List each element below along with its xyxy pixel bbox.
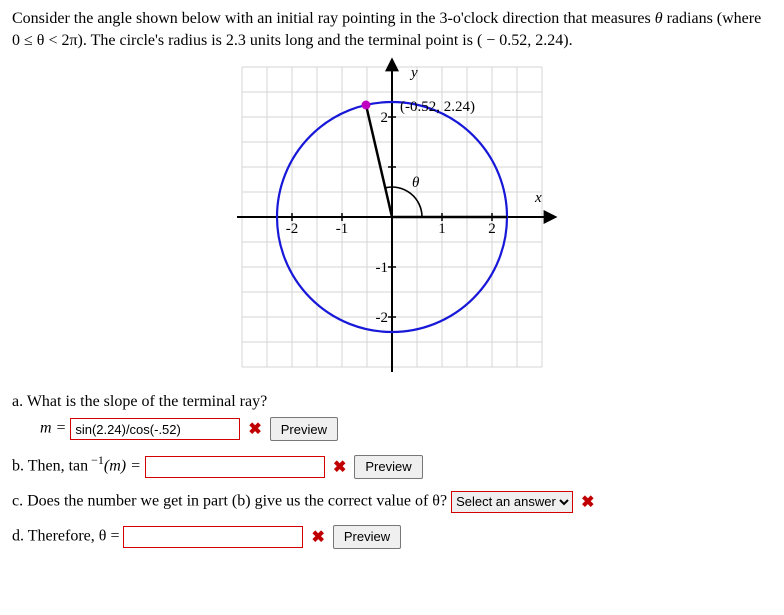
x-tick-neg2: -2 (286, 221, 299, 237)
arctan-input[interactable] (145, 456, 325, 478)
question-c-text: c. Does the number we get in part (b) gi… (12, 493, 451, 510)
wrong-icon: ✖ (307, 529, 328, 546)
y-tick-2: 2 (381, 110, 389, 126)
prompt-text-3: ). The circle's radius is 2.3 units long… (78, 32, 477, 49)
preview-button-d[interactable]: Preview (333, 525, 401, 549)
wrong-icon: ✖ (577, 494, 598, 511)
question-b-arg: (m) = (104, 458, 145, 475)
m-equals: m = (40, 420, 70, 437)
theta-var: θ (655, 10, 663, 27)
y-tick-neg2: -2 (376, 310, 389, 326)
question-b-prefix: b. Then, tan (12, 458, 88, 475)
wrong-icon: ✖ (329, 459, 350, 476)
terminal-point: ( − 0.52, 2.24) (477, 32, 569, 49)
x-tick-1: 1 (438, 221, 446, 237)
x-tick-neg1: -1 (336, 221, 349, 237)
terminal-point-label: (-0.52, 2.24) (400, 99, 475, 115)
preview-button-a[interactable]: Preview (270, 417, 338, 441)
prompt-text-2: radians (where (663, 10, 762, 27)
slope-input[interactable] (70, 418, 240, 440)
preview-button-b[interactable]: Preview (354, 455, 422, 479)
y-axis-label: y (409, 65, 418, 81)
x-tick-2: 2 (488, 221, 496, 237)
wrong-icon: ✖ (244, 421, 265, 438)
terminal-point-dot (362, 101, 371, 110)
theta-input[interactable] (123, 526, 303, 548)
correct-value-select[interactable]: Select an answer (451, 491, 573, 513)
prompt-text-1: Consider the angle shown below with an i… (12, 10, 655, 27)
angle-graph: -2 -1 1 2 2 -1 -2 (212, 57, 572, 377)
terminal-ray (366, 105, 392, 217)
inverse-superscript: −1 (88, 453, 104, 467)
x-axis-label: x (534, 190, 542, 206)
theta-range: 0 ≤ θ < 2π (12, 32, 78, 49)
theta-label: θ (412, 175, 420, 191)
question-a-text: a. What is the slope of the terminal ray… (12, 393, 772, 411)
period: . (569, 32, 573, 49)
question-d-text: d. Therefore, θ = (12, 528, 123, 545)
problem-statement: Consider the angle shown below with an i… (12, 8, 772, 51)
y-tick-neg1: -1 (376, 260, 389, 276)
